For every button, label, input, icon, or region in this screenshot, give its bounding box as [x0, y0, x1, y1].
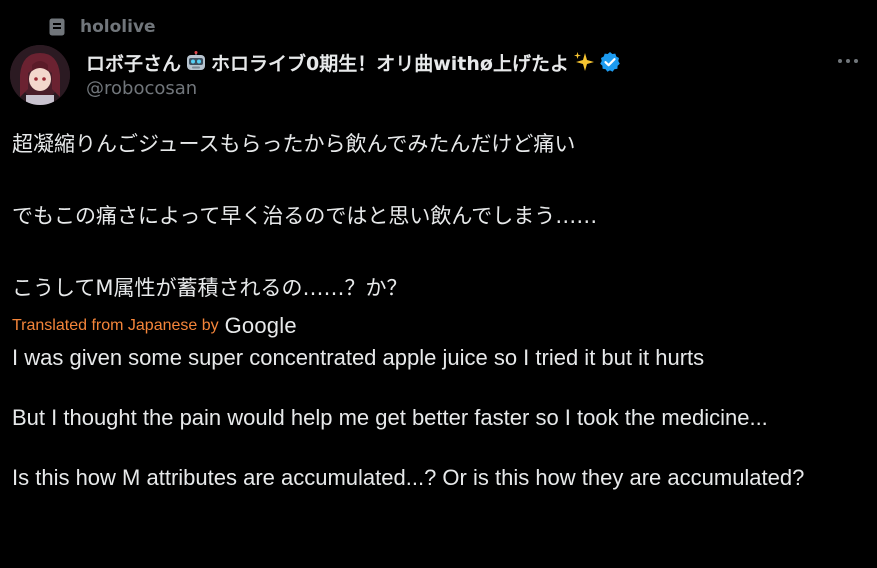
- google-logo: Google: [224, 313, 297, 338]
- author-handle[interactable]: @robocosan: [86, 78, 197, 99]
- display-name-tail[interactable]: ホロライブ0期生！オリ曲withø上げたよ: [211, 49, 569, 76]
- tweet-paragraph: でもこの痛さによって早く治るのではと思い飲んでしまう……: [12, 204, 598, 228]
- avatar[interactable]: [10, 45, 70, 105]
- translation-label[interactable]: Translated from Japanese by: [12, 317, 219, 335]
- tweet-text-original: 超凝縮りんごジュースもらったから飲んでみたんだけど痛い でもこの痛さによって早く…: [12, 128, 862, 304]
- tweet-paragraph: こうしてM属性が蓄積されるの……？か？: [12, 276, 408, 300]
- sparkles-emoji-icon: [573, 51, 595, 73]
- tweet-text-translated: I was given some super concentrated appl…: [12, 343, 862, 493]
- translated-paragraph: But I thought the pain would help me get…: [12, 405, 768, 430]
- translated-paragraph: I was given some super concentrated appl…: [12, 345, 705, 370]
- robot-emoji-icon: [185, 51, 207, 73]
- translation-attribution[interactable]: Translated from Japanese by Google: [12, 312, 297, 340]
- author-name-line[interactable]: ロボ子さん ホロライブ0期生！オリ曲withø上げたよ: [86, 47, 621, 77]
- social-context[interactable]: hololive: [48, 14, 156, 40]
- more-options-icon[interactable]: [835, 48, 861, 74]
- verified-badge-icon[interactable]: [599, 51, 621, 73]
- tweet-paragraph: 超凝縮りんごジュースもらったから飲んでみたんだけど痛い: [12, 132, 576, 156]
- display-name[interactable]: ロボ子さん: [86, 49, 181, 76]
- context-label: hololive: [80, 17, 156, 37]
- tweet-header: ロボ子さん ホロライブ0期生！オリ曲withø上げたよ @robocosan: [10, 44, 867, 108]
- list-icon: [48, 18, 66, 36]
- translated-paragraph: Is this how M attributes are accumulated…: [12, 465, 805, 490]
